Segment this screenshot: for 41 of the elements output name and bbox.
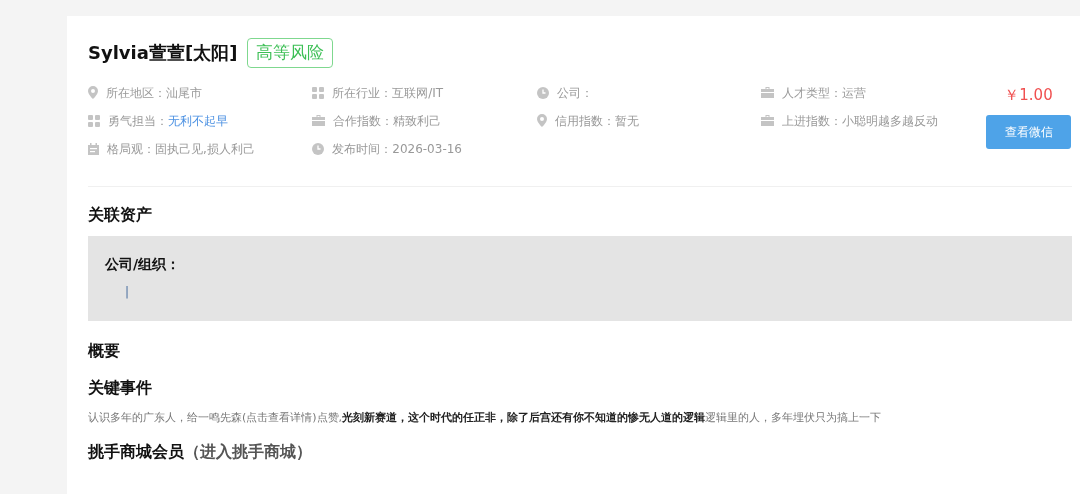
info-label: 信用指数： (554, 112, 615, 130)
briefcase-icon (760, 115, 774, 126)
location-pin-icon (88, 86, 98, 99)
section-heading: 概要 (88, 339, 121, 362)
grid-icon (88, 114, 100, 127)
info-label: 格局观： (107, 140, 155, 158)
location-pin-icon (536, 114, 547, 127)
info-label: 人才类型： (781, 84, 842, 102)
info-value: 精致利己 (393, 112, 442, 130)
risk-tag: 高等风险 (247, 38, 334, 68)
info-value: 小聪明越多越反动 (841, 112, 938, 130)
info-link[interactable]: 无利不起早 (168, 111, 228, 130)
company-entry: | (125, 283, 131, 301)
info-value: 2026-03-16 (392, 140, 462, 158)
mall-link[interactable]: （进入挑手商城） (184, 440, 312, 464)
info-value: 暂无 (614, 112, 639, 130)
briefcase-icon (760, 87, 774, 98)
calendar-icon (88, 142, 99, 155)
view-wechat-button[interactable]: 查看微信 (986, 115, 1071, 149)
section-heading: 挑手商城会员 (88, 441, 184, 463)
clock-icon (536, 86, 549, 99)
info-label: 勇气担当： (108, 112, 168, 130)
info-label: 合作指数： (333, 112, 394, 130)
section-heading: 关键事件 (88, 376, 153, 399)
grid-icon (312, 86, 325, 99)
info-value: 互联网/IT (392, 84, 444, 102)
info-label: 公司： (556, 84, 593, 102)
info-value: 运营 (841, 84, 866, 102)
info-label: 所在地区： (106, 84, 166, 102)
clock-icon (312, 142, 325, 155)
price-text: ￥1.00 (1004, 84, 1053, 106)
info-value: 固执己见,损人利己 (155, 140, 255, 158)
profile-name: Sylvia萱萱[太阳] (88, 41, 238, 66)
event-description: 认识多年的广东人，给一鸣先森(点击查看详情)点赞,光刻新赛道，这个时代的任正非，除了后宫还有你不知道的惨无人道的逻辑逻辑里的人，多年埋伏只为搞上一下 (88, 409, 883, 426)
info-label: 所在行业： (332, 84, 393, 102)
info-value: 汕尾市 (166, 84, 202, 102)
company-label: 公司/组织： (105, 254, 182, 274)
section-heading: 关联资产 (88, 203, 153, 226)
info-label: 上进指数： (781, 112, 842, 130)
info-label: 发布时间： (332, 140, 393, 158)
briefcase-icon (312, 115, 326, 126)
